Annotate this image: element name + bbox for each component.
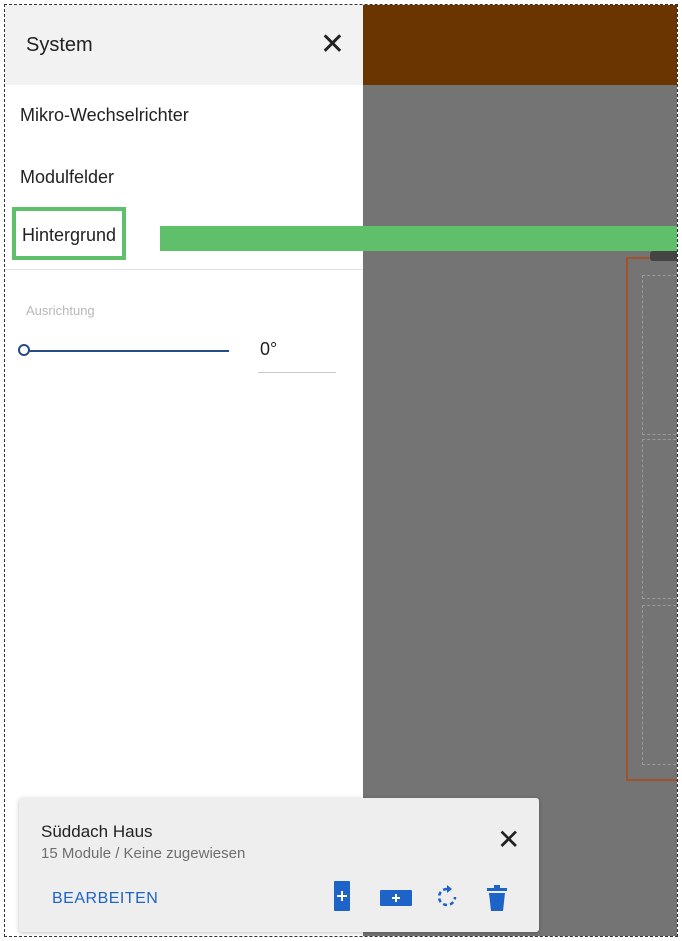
add-module-icon[interactable]	[334, 881, 350, 911]
orientation-slider-thumb[interactable]	[18, 344, 30, 356]
edit-button[interactable]: BEARBEITEN	[52, 890, 158, 908]
panel-header: System ✕	[5, 5, 363, 85]
roof-label-tag	[650, 251, 677, 261]
orientation-slider-track[interactable]	[26, 350, 229, 352]
module-placeholder[interactable]	[642, 605, 677, 765]
roof-outline[interactable]	[626, 251, 677, 781]
trash-icon[interactable]	[487, 885, 507, 911]
divider	[5, 269, 363, 270]
orientation-label: Ausrichtung	[26, 303, 95, 318]
module-placeholder[interactable]	[642, 439, 677, 599]
panel-title: System	[26, 33, 93, 56]
app-header-bar	[363, 5, 677, 85]
add-row-icon[interactable]	[380, 890, 412, 906]
card-title: Süddach Haus	[41, 822, 153, 841]
orientation-angle-input[interactable]: 0°	[258, 339, 336, 373]
system-panel: System ✕ Mikro-Wechselrichter Modulfelde…	[5, 5, 363, 936]
close-icon[interactable]: ✕	[320, 30, 345, 60]
menu-item-hintergrund[interactable]: Hintergrund	[12, 207, 127, 260]
menu-item-mikro-wechselrichter[interactable]: Mikro-Wechselrichter	[20, 105, 189, 126]
screenshot-frame: System ✕ Mikro-Wechselrichter Modulfelde…	[4, 4, 678, 937]
module-placeholder[interactable]	[642, 275, 677, 435]
close-icon[interactable]: ✕	[497, 826, 520, 854]
highlight-annotation-bar	[160, 226, 677, 251]
menu-item-modulfelder[interactable]: Modulfelder	[20, 167, 114, 188]
card-subtitle: 15 Module / Keine zugewiesen	[41, 845, 246, 862]
roof-info-card: Süddach Haus 15 Module / Keine zugewiese…	[19, 798, 539, 932]
rotate-icon[interactable]	[435, 885, 459, 909]
